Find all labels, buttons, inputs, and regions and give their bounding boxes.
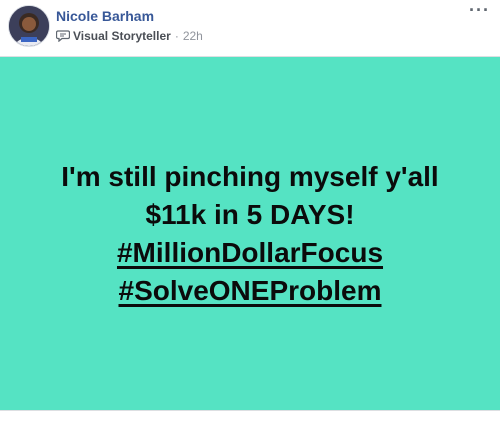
meta-separator: · [174,29,179,43]
footer-divider [0,410,500,411]
post-timestamp[interactable]: 22h [183,29,203,43]
banner-line-1: I'm still pinching myself y'all [61,160,439,192]
status-background-banner: I'm still pinching myself y'all $11k in … [0,57,500,410]
ellipsis-icon[interactable]: ··· [469,1,490,19]
banner-line-2: $11k in 5 DAYS! [145,198,355,230]
author-name[interactable]: Nicole Barham [56,8,154,24]
post-meta: Visual Storyteller · 22h [55,29,203,43]
avatar-photo-icon [9,6,49,46]
facebook-post: Nicole Barham Visual Storyteller · 22h ·… [0,0,500,434]
author-avatar[interactable] [8,5,50,47]
badge-label[interactable]: Visual Storyteller [73,29,171,43]
hashtag-million-dollar-focus[interactable]: #MillionDollarFocus [117,234,383,272]
hashtag-solve-one-problem[interactable]: #SolveONEProblem [119,272,382,310]
speech-bubble-icon [55,30,71,43]
post-header: Nicole Barham Visual Storyteller · 22h ·… [0,0,500,56]
